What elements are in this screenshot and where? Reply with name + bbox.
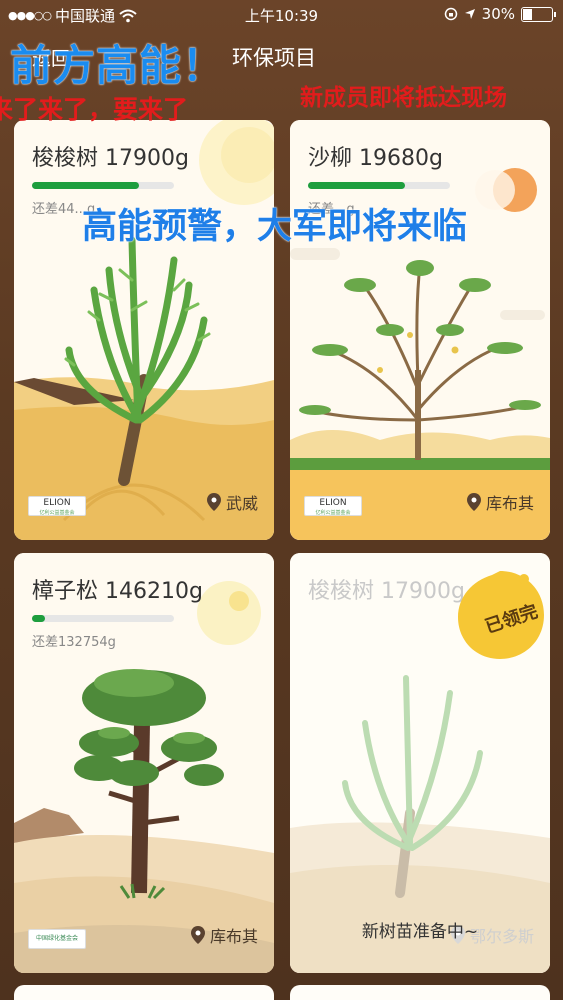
tree-name: 樟子松 146210g [32, 579, 203, 604]
tree-card-next[interactable] [290, 985, 550, 1000]
tree-card-mongolian-pine[interactable]: 樟子松 146210g 还差132754g 中国绿化基金会 库布其 [14, 553, 274, 973]
danmaku-comment: 高能预警，大军即将来临 [82, 207, 468, 247]
battery-icon [521, 6, 556, 22]
tree-card-sand-willow[interactable]: 沙柳 19680g 还差...g ELION 亿利公益基金会 库布其 [290, 120, 550, 540]
tree-name: 梭梭树 17900g [32, 146, 189, 171]
danmaku-comment: 前方高能！ [10, 41, 226, 90]
tree-card-next[interactable] [14, 985, 274, 1000]
tree-card-saxaul[interactable]: 梭梭树 17900g 还差44...g ELION 亿利公益基金会 武威 [14, 120, 274, 540]
danmaku-comment: 来了来了，要来了 [0, 95, 189, 124]
danmaku-comment: 新成员即将抵达现场 [300, 85, 507, 111]
tree-card-saxaul-claimed[interactable]: 梭梭树 17900g 已领完 鄂尔多斯 新树苗准备中~ [290, 553, 550, 973]
location-label: 库布其 [466, 490, 534, 514]
seedling-preparing-text: 新树苗准备中~ [361, 922, 479, 942]
growth-progress-bar [32, 182, 174, 189]
location-pin-icon [466, 493, 481, 511]
battery-percent: 30% [481, 5, 515, 23]
growth-progress-bar [32, 615, 174, 622]
status-bar: ●●●○○ 中国联通 上午10:39 30% [0, 0, 563, 30]
location-label: 库布其 [190, 923, 258, 947]
elion-logo: ELION 亿利公益基金会 [304, 496, 362, 516]
location-pin-icon [190, 926, 205, 944]
location-arrow-icon [464, 9, 475, 19]
tree-name: 沙柳 19680g [308, 146, 443, 171]
clock: 上午10:39 [244, 7, 319, 25]
remaining-energy: 还差132754g [32, 635, 116, 650]
tree-name: 梭梭树 17900g [308, 579, 465, 604]
elion-logo: ELION 亿利公益基金会 [28, 496, 86, 516]
page-title: 环保项目 [232, 46, 316, 70]
location-pin-icon [206, 493, 221, 511]
rotation-lock-icon [444, 7, 457, 21]
location-label: 武威 [206, 490, 258, 514]
growth-progress-bar [308, 182, 450, 189]
china-green-foundation-logo: 中国绿化基金会 [28, 929, 86, 949]
